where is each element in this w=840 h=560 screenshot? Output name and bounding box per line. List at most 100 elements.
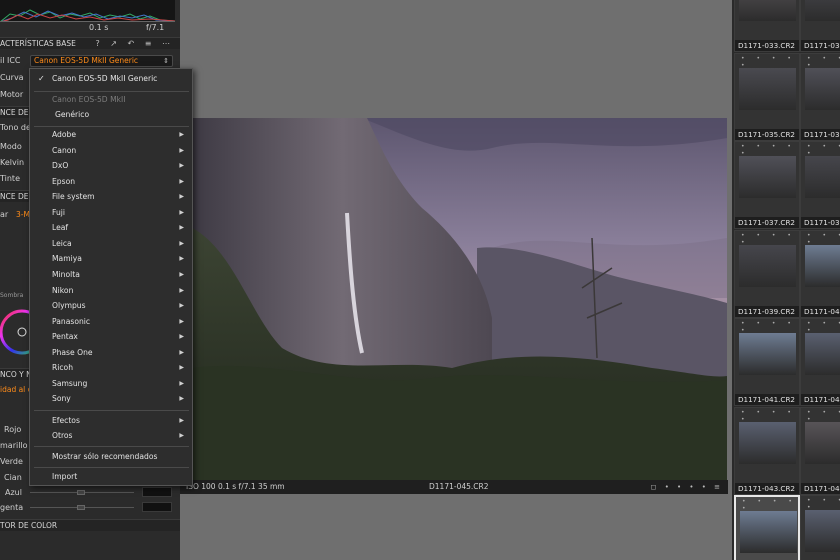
icc-profile-select[interactable]: Canon EOS-5D MkII Generic ⇕ [30, 55, 173, 67]
filmstrip-thumbnail[interactable]: • • • • • D1171-037.CR2 [734, 141, 800, 229]
thumbnail-filename: D1171-039.CR2 [735, 305, 799, 317]
filmstrip-thumbnail[interactable]: • • • • • D1171-038 [800, 141, 840, 229]
intensity-tag[interactable]: idad al c [0, 385, 32, 394]
menu-item-effects[interactable]: Efectos ▶ [30, 414, 192, 428]
submenu-arrow-icon: ▶ [179, 255, 184, 263]
submenu-arrow-icon: ▶ [179, 417, 184, 424]
blue-value[interactable] [142, 487, 172, 497]
submenu-arrow-icon: ▶ [179, 146, 184, 154]
menu-item-brand[interactable]: Olympus ▶ [30, 299, 192, 313]
thumbnail-filename: D1171-037.CR2 [735, 217, 799, 228]
rating-dots[interactable]: • • • • • [741, 232, 799, 246]
menu-item-brand[interactable]: Fuji ▶ [30, 206, 192, 220]
motor-label: Motor [0, 90, 24, 99]
exif-info: ISO 100 0.1 s f/7.1 35 mm [186, 482, 285, 491]
viewer-tools-icon[interactable]: ◻ • • • • ≡ [651, 480, 723, 494]
rating-dots[interactable]: • • • • • [741, 143, 799, 157]
rating-dots[interactable]: • • • • • [741, 320, 799, 334]
chevron-updown-icon: ⇕ [163, 57, 169, 65]
menu-item-brand[interactable]: File system ▶ [30, 190, 192, 204]
rating-dots[interactable]: • • • • • [807, 55, 840, 69]
image-viewer[interactable]: ISO 100 0.1 s f/7.1 35 mm D1171-045.CR2 … [180, 0, 732, 560]
filmstrip-thumbnail[interactable]: • • • • • D1171-040 [800, 229, 840, 318]
menu-item-label: Epson [52, 176, 76, 186]
adjust-mode-tag[interactable]: 3-M [16, 210, 30, 219]
icc-select-value: Canon EOS-5D MkII Generic [34, 56, 139, 65]
filmstrip-thumbnail[interactable]: • • • • • D1171-036 [800, 52, 840, 141]
menu-item-import[interactable]: Import [30, 470, 192, 484]
menu-item-brand[interactable]: Canon ▶ [30, 144, 192, 158]
filmstrip-thumbnail[interactable]: • • • • • D1171-035.CR2 [734, 52, 800, 141]
section-title: ACTERÍSTICAS BASE [0, 39, 76, 48]
submenu-arrow-icon: ▶ [179, 286, 184, 294]
menu-item-label: Canon EOS-5D MkII Generic [52, 74, 158, 83]
blue-slider-knob[interactable] [77, 490, 85, 495]
section-title: NCE DE [0, 108, 29, 117]
shutter-readout: 0.1 s [89, 23, 109, 32]
thumbnail-image [805, 333, 840, 375]
landscape-photo[interactable] [192, 118, 727, 480]
mode-label: Modo [0, 142, 22, 151]
rating-dots[interactable]: • • • • • [742, 498, 798, 512]
rating-dots[interactable]: • • • • • [807, 409, 840, 423]
menu-item-brand[interactable]: Adobe ▶ [30, 128, 192, 142]
thumbnail-image [805, 510, 840, 552]
thumbnail-filename: D1171-034 [801, 40, 840, 51]
rating-dots[interactable]: • • • • • [807, 232, 840, 246]
menu-item-brand[interactable]: Epson ▶ [30, 175, 192, 189]
menu-item-brand[interactable]: Leaf ▶ [30, 221, 192, 235]
rating-dots[interactable]: • • • • • [741, 55, 799, 69]
icc-profile-menu: ✓ Canon EOS-5D MkII Generic Canon EOS-5D… [29, 68, 193, 486]
thumbnail-image [739, 156, 796, 198]
thumbnail-filename: D1171-044 [801, 482, 840, 494]
menu-item-label: DxO [52, 161, 69, 171]
menu-item-brand[interactable]: Sony ▶ [30, 392, 192, 406]
menu-item-label: Fuji [52, 207, 65, 217]
filmstrip-thumbnail[interactable]: • • • • • D1171-043.CR2 [734, 406, 800, 495]
menu-item-brand[interactable]: Nikon ▶ [30, 284, 192, 298]
rating-dots[interactable]: • • • • • [807, 320, 840, 334]
menu-item-others[interactable]: Otros ▶ [30, 429, 192, 443]
submenu-arrow-icon: ▶ [179, 131, 184, 138]
magenta-slider-knob[interactable] [77, 505, 85, 510]
menu-item-brand[interactable]: Mamiya ▶ [30, 252, 192, 266]
menu-item-generic[interactable]: Genérico [30, 108, 192, 122]
submenu-arrow-icon: ▶ [179, 364, 184, 372]
menu-item-camera-header: Canon EOS-5D MkII [30, 93, 192, 107]
section-title: TOR DE COLOR [0, 521, 58, 530]
rating-dots[interactable]: • • • • • [741, 409, 799, 423]
submenu-arrow-icon: ▶ [179, 348, 184, 356]
filmstrip: • • • • •D1171-033.CR2• • • • •D1171-034… [732, 0, 840, 560]
menu-item-brand[interactable]: Minolta ▶ [30, 268, 192, 282]
tint-label: Tinte [0, 174, 20, 183]
filmstrip-thumbnail[interactable]: • • • • •D1171-034 [800, 0, 840, 52]
filmstrip-thumbnail[interactable]: • • • • • [800, 495, 840, 560]
filmstrip-thumbnail[interactable]: • • • • • [734, 495, 800, 560]
menu-item-brand[interactable]: Samsung ▶ [30, 377, 192, 391]
menu-item-brand[interactable]: Pentax ▶ [30, 330, 192, 344]
section-tools-icon[interactable]: ? ↗ ↶ ≡ ⋯ [95, 38, 174, 49]
menu-item-brand[interactable]: DxO ▶ [30, 159, 192, 173]
base-characteristics-header[interactable]: ACTERÍSTICAS BASE ? ↗ ↶ ≡ ⋯ [0, 37, 180, 49]
filmstrip-thumbnail[interactable]: • • • • • D1171-042 [800, 318, 840, 406]
tone-label: Tono de [0, 123, 31, 132]
menu-item-brand[interactable]: Phase One ▶ [30, 346, 192, 360]
menu-item-brand[interactable]: Leica ▶ [30, 237, 192, 251]
filmstrip-thumbnail[interactable]: • • • • • D1171-039.CR2 [734, 229, 800, 318]
menu-item-brand[interactable]: Panasonic ▶ [30, 315, 192, 329]
thumbnail-image [739, 67, 796, 110]
menu-item-label: Leica [52, 238, 72, 248]
rating-dots[interactable]: • • • • • [807, 497, 840, 511]
menu-item-current-profile[interactable]: ✓ Canon EOS-5D MkII Generic [30, 72, 192, 86]
filmstrip-thumbnail[interactable]: • • • • • D1171-041.CR2 [734, 318, 800, 406]
menu-item-brand[interactable]: Ricoh ▶ [30, 361, 192, 375]
rating-dots[interactable]: • • • • • [807, 143, 840, 157]
filmstrip-thumbnail[interactable]: • • • • •D1171-033.CR2 [734, 0, 800, 52]
color-editor-header[interactable]: TOR DE COLOR [0, 519, 180, 531]
filmstrip-thumbnail[interactable]: • • • • • D1171-044 [800, 406, 840, 495]
magenta-value[interactable] [142, 502, 172, 512]
menu-separator [34, 467, 189, 468]
menu-item-show-recommended[interactable]: Mostrar sólo recomendados [30, 450, 192, 464]
thumbnail-filename: D1171-043.CR2 [735, 482, 799, 494]
thumbnail-image [739, 244, 796, 287]
